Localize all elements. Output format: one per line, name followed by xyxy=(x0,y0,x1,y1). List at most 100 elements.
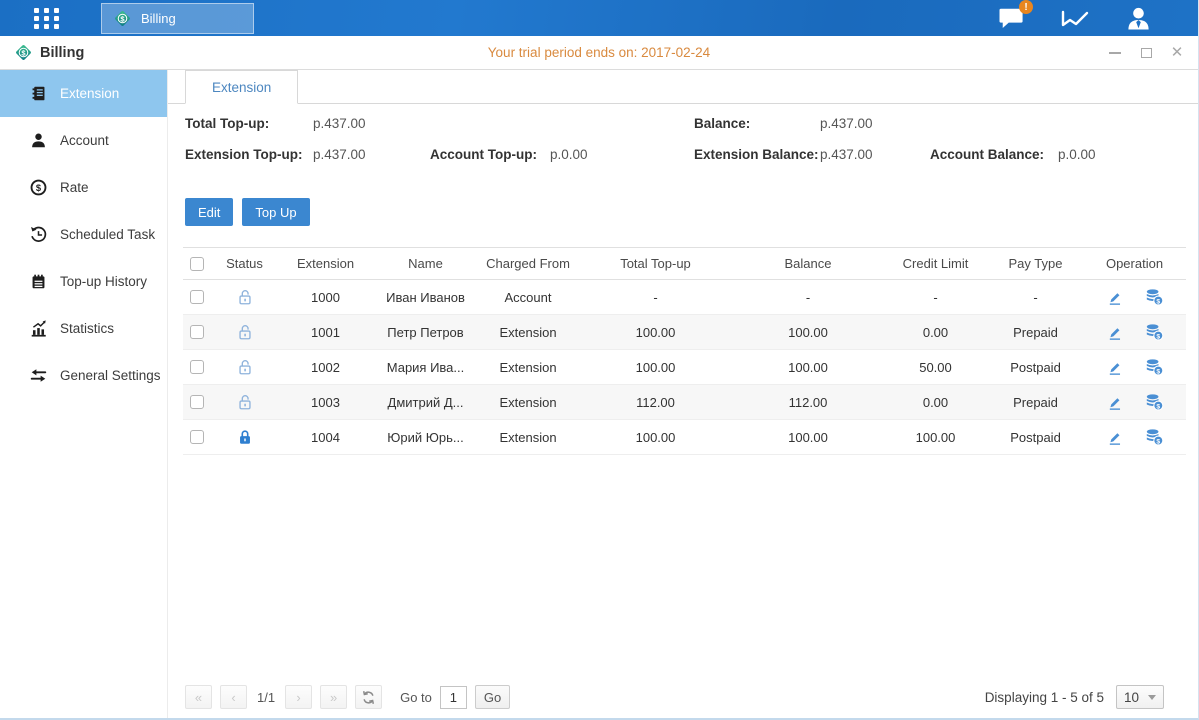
billing-diamond-icon: $ xyxy=(113,9,132,28)
next-page-button[interactable]: › xyxy=(285,685,312,709)
sidebar-item-label: Account xyxy=(60,133,109,148)
row-checkbox[interactable] xyxy=(190,325,204,339)
cell-charged-from: Extension xyxy=(478,420,578,454)
sidebar-item-label: Rate xyxy=(60,180,89,195)
cell-balance: - xyxy=(733,280,883,314)
sidebar-item-scheduled-task[interactable]: Scheduled Task xyxy=(0,211,167,258)
sidebar-item-topup-history[interactable]: Top-up History xyxy=(0,258,167,305)
cell-extension: 1002 xyxy=(278,350,373,384)
status-unlocked-icon xyxy=(236,288,254,306)
first-page-button[interactable]: « xyxy=(185,685,212,709)
cell-total-topup: 100.00 xyxy=(578,315,733,349)
sidebar-item-general-settings[interactable]: General Settings xyxy=(0,352,167,399)
chevron-down-icon xyxy=(1148,695,1156,700)
main-panel: Extension Total Top-up: p.437.00 Balance… xyxy=(168,70,1198,718)
extension-topup-label: Extension Top-up: xyxy=(185,147,303,162)
displaying-text: Displaying 1 - 5 of 5 xyxy=(985,690,1104,705)
cell-pay-type: Prepaid xyxy=(988,385,1083,419)
extension-table: Status Extension Name Charged From Total… xyxy=(183,247,1186,455)
column-header-credit-limit: Credit Limit xyxy=(883,248,988,279)
clock-history-icon xyxy=(30,226,47,243)
account-topup-value: p.0.00 xyxy=(550,147,588,162)
prev-page-button[interactable]: ‹ xyxy=(220,685,247,709)
notification-badge: ! xyxy=(1019,0,1033,14)
topup-coins-icon[interactable]: $ xyxy=(1144,288,1164,306)
edit-pencil-icon[interactable] xyxy=(1106,324,1123,341)
statistics-chart-icon[interactable] xyxy=(1061,6,1089,30)
close-button[interactable]: ✕ xyxy=(1170,46,1184,60)
goto-page-input[interactable] xyxy=(440,686,467,709)
refresh-button[interactable] xyxy=(355,685,382,709)
sidebar-item-statistics[interactable]: Statistics xyxy=(0,305,167,352)
sidebar-item-rate[interactable]: $ Rate xyxy=(0,164,167,211)
column-header-pay-type: Pay Type xyxy=(988,248,1083,279)
sidebar-item-label: Statistics xyxy=(60,321,114,336)
go-button[interactable]: Go xyxy=(475,685,510,709)
page-indicator: 1/1 xyxy=(257,690,275,705)
maximize-button[interactable] xyxy=(1139,46,1153,60)
minimize-button[interactable] xyxy=(1108,46,1122,60)
topbar-tab-label: Billing xyxy=(141,11,176,26)
edit-pencil-icon[interactable] xyxy=(1106,394,1123,411)
sidebar-item-extension[interactable]: Extension xyxy=(0,70,167,117)
cell-balance: 100.00 xyxy=(733,420,883,454)
goto-label: Go to xyxy=(400,690,432,705)
row-checkbox[interactable] xyxy=(190,430,204,444)
status-unlocked-icon xyxy=(236,323,254,341)
user-icon[interactable] xyxy=(1125,6,1152,31)
topup-coins-icon[interactable]: $ xyxy=(1144,393,1164,411)
cell-charged-from: Account xyxy=(478,280,578,314)
sliders-icon xyxy=(30,367,47,384)
topup-button[interactable]: Top Up xyxy=(242,198,309,226)
window-title-text: Billing xyxy=(40,45,84,61)
total-topup-value: p.437.00 xyxy=(313,116,366,131)
last-page-button[interactable]: » xyxy=(320,685,347,709)
topup-coins-icon[interactable]: $ xyxy=(1144,323,1164,341)
sidebar-item-label: Top-up History xyxy=(60,274,147,289)
messages-icon[interactable]: ! xyxy=(998,6,1025,30)
sidebar-item-account[interactable]: Account xyxy=(0,117,167,164)
window-header: $ Billing Your trial period ends on: 201… xyxy=(0,36,1198,70)
column-header-balance: Balance xyxy=(733,248,883,279)
account-balance-value: p.0.00 xyxy=(1058,147,1096,162)
edit-button[interactable]: Edit xyxy=(185,198,233,226)
extension-balance-value: p.437.00 xyxy=(820,147,873,162)
edit-pencil-icon[interactable] xyxy=(1106,359,1123,376)
row-checkbox[interactable] xyxy=(190,395,204,409)
sidebar-item-label: Scheduled Task xyxy=(60,227,155,242)
row-checkbox[interactable] xyxy=(190,290,204,304)
balance-value: p.437.00 xyxy=(820,116,873,131)
extension-topup-value: p.437.00 xyxy=(313,147,366,162)
topup-coins-icon[interactable]: $ xyxy=(1144,358,1164,376)
topup-coins-icon[interactable]: $ xyxy=(1144,428,1164,446)
topbar-tab-billing[interactable]: $ Billing xyxy=(101,3,254,34)
cell-credit-limit: - xyxy=(883,280,988,314)
edit-pencil-icon[interactable] xyxy=(1106,289,1123,306)
column-header-extension: Extension xyxy=(278,248,373,279)
cell-extension: 1003 xyxy=(278,385,373,419)
summary-panel: Total Top-up: p.437.00 Balance: p.437.00… xyxy=(168,104,1198,182)
cell-charged-from: Extension xyxy=(478,315,578,349)
cell-credit-limit: 50.00 xyxy=(883,350,988,384)
page-size-select[interactable]: 10 xyxy=(1116,685,1164,709)
cell-name: Мария Ива... xyxy=(373,350,478,384)
table-body: 1000Иван ИвановAccount----$1001Петр Петр… xyxy=(183,280,1186,455)
svg-text:$: $ xyxy=(1156,403,1160,410)
notepad-icon xyxy=(30,273,47,290)
row-checkbox[interactable] xyxy=(190,360,204,374)
sidebar-item-label: Extension xyxy=(60,86,119,101)
apps-grid-icon[interactable] xyxy=(34,8,59,29)
edit-pencil-icon[interactable] xyxy=(1106,429,1123,446)
table-row: 1001Петр ПетровExtension100.00100.000.00… xyxy=(183,315,1186,350)
cell-name: Петр Петров xyxy=(373,315,478,349)
sidebar: Extension Account $ Rate Scheduled Task … xyxy=(0,70,168,718)
cell-balance: 100.00 xyxy=(733,350,883,384)
select-all-checkbox[interactable] xyxy=(190,257,204,271)
table-header: Status Extension Name Charged From Total… xyxy=(183,247,1186,280)
column-header-total-topup: Total Top-up xyxy=(578,248,733,279)
column-header-charged-from: Charged From xyxy=(478,248,578,279)
cell-name: Юрий Юрь... xyxy=(373,420,478,454)
tab-extension[interactable]: Extension xyxy=(185,70,298,104)
cell-total-topup: 100.00 xyxy=(578,350,733,384)
window-title: $ Billing xyxy=(14,43,84,62)
